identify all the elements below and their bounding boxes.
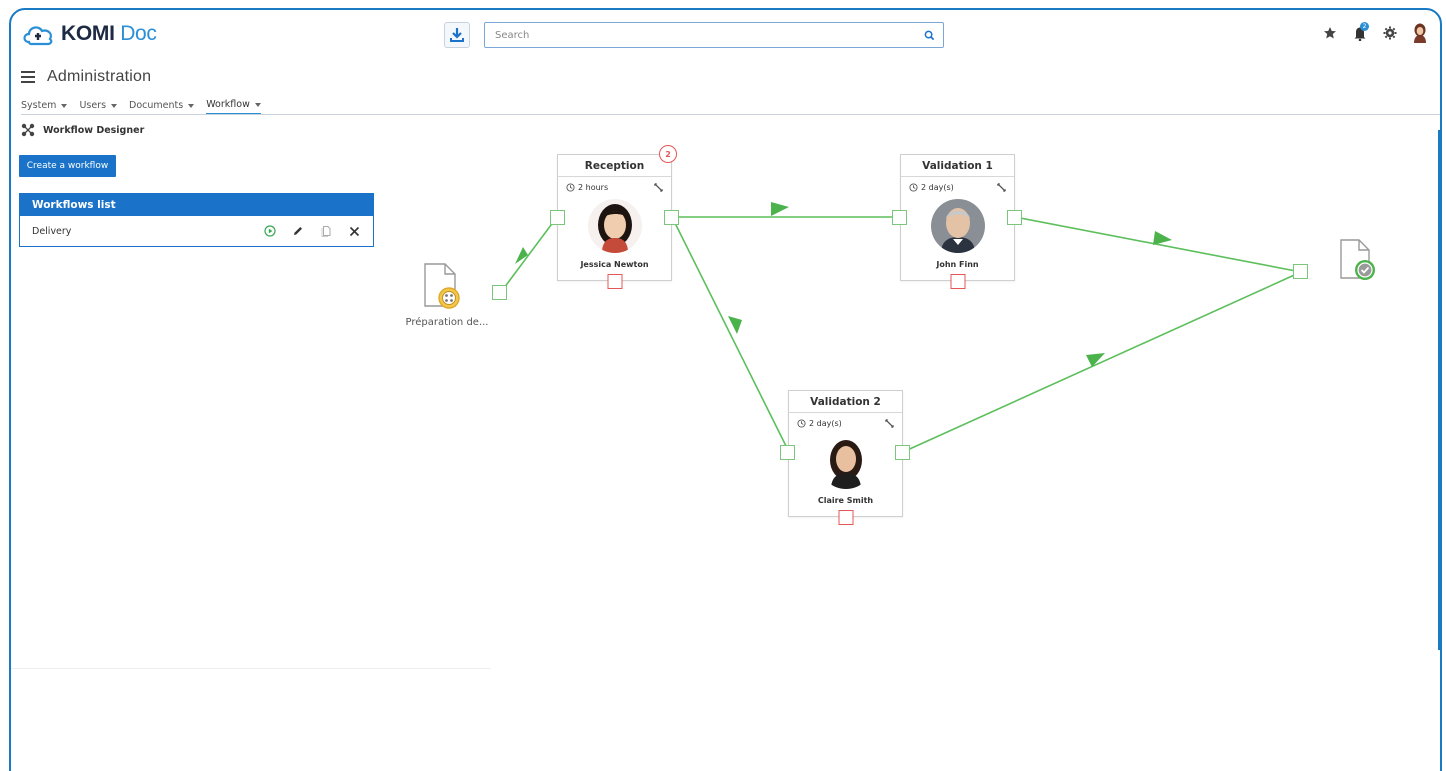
settings-gear-icon[interactable] bbox=[1380, 22, 1400, 44]
komi-doc-logo[interactable]: KOMI Doc bbox=[21, 20, 157, 48]
search-input[interactable] bbox=[485, 29, 915, 41]
validation2-output-port[interactable] bbox=[895, 445, 910, 460]
logo-text: KOMI Doc bbox=[61, 22, 157, 45]
user-avatar-icon[interactable] bbox=[1410, 22, 1430, 44]
workflow-connectors bbox=[500, 202, 1302, 453]
play-icon[interactable] bbox=[263, 224, 277, 238]
assignee-name: Claire Smith bbox=[817, 496, 874, 505]
step-node-reception[interactable]: Reception 2 hours Jessica Newton bbox=[557, 154, 672, 289]
step-node-validation-1[interactable]: Validation 1 2 day(s) John Finn bbox=[900, 154, 1015, 289]
step-duration: 2 hours bbox=[566, 183, 608, 192]
reject-output-port[interactable] bbox=[607, 274, 622, 289]
start-output-port[interactable] bbox=[492, 285, 507, 300]
validation1-output-port[interactable] bbox=[1007, 210, 1022, 225]
expand-arrows-icon[interactable] bbox=[997, 182, 1006, 192]
cloud-logo-icon bbox=[23, 26, 53, 46]
menu-divider bbox=[21, 114, 1440, 115]
caret-down-icon bbox=[254, 102, 261, 107]
reject-output-port[interactable] bbox=[838, 510, 853, 525]
divider bbox=[11, 668, 491, 669]
validation1-input-port[interactable] bbox=[892, 210, 907, 225]
expand-arrows-icon[interactable] bbox=[654, 182, 663, 192]
caret-down-icon bbox=[111, 103, 118, 108]
reception-input-port[interactable] bbox=[550, 210, 565, 225]
search-box bbox=[484, 22, 944, 48]
assignee-avatar bbox=[587, 199, 642, 253]
list-item[interactable]: Delivery bbox=[20, 216, 373, 246]
workflows-list-panel: Workflows list Delivery bbox=[19, 193, 374, 247]
start-node-label: Préparation de... bbox=[405, 317, 489, 328]
star-icon[interactable] bbox=[1320, 22, 1340, 44]
hamburger-menu-icon[interactable] bbox=[21, 71, 35, 83]
caret-down-icon bbox=[61, 103, 68, 108]
assignee-avatar bbox=[818, 435, 873, 489]
workflow-designer-icon bbox=[21, 123, 35, 137]
top-right-toolbar: 2 bbox=[1320, 22, 1430, 44]
page-title: Administration bbox=[47, 68, 152, 85]
edit-pencil-icon[interactable] bbox=[291, 224, 305, 238]
connector-arrow bbox=[515, 247, 528, 264]
assignee-name: John Finn bbox=[936, 260, 979, 269]
menu-documents[interactable]: Documents bbox=[129, 99, 195, 115]
reception-output-port[interactable] bbox=[664, 210, 679, 225]
connector-arrow bbox=[1086, 353, 1105, 367]
end-input-port[interactable] bbox=[1293, 264, 1308, 279]
expand-arrows-icon[interactable] bbox=[885, 418, 894, 428]
step-node-validation-2[interactable]: Validation 2 2 day(s) Claire Smith bbox=[788, 390, 903, 525]
menu-system[interactable]: System bbox=[21, 99, 68, 115]
step-title: Validation 1 bbox=[901, 155, 1014, 177]
connector-arrow bbox=[771, 202, 789, 216]
section-title: Workflow Designer bbox=[21, 123, 144, 137]
download-button[interactable] bbox=[444, 22, 470, 48]
connector-start-reception bbox=[500, 216, 558, 293]
clock-icon bbox=[797, 418, 806, 428]
workflow-canvas: Préparation de... Reception 2 hours Jess… bbox=[11, 10, 1440, 770]
step-title: Validation 2 bbox=[789, 391, 902, 413]
duplicate-icon[interactable] bbox=[319, 224, 333, 238]
step-duration: 2 day(s) bbox=[797, 419, 842, 428]
scrollbar[interactable] bbox=[1438, 130, 1440, 650]
menu-workflow[interactable]: Workflow bbox=[206, 99, 261, 115]
assignee-avatar bbox=[930, 199, 985, 253]
delete-close-icon[interactable] bbox=[347, 224, 361, 238]
connector-validation2-end bbox=[902, 271, 1302, 453]
step-title: Reception bbox=[558, 155, 671, 177]
menu-users[interactable]: Users bbox=[79, 99, 118, 115]
step-duration: 2 day(s) bbox=[909, 183, 954, 192]
end-document-approved-icon[interactable] bbox=[1339, 238, 1379, 286]
connector-arrow bbox=[728, 316, 742, 334]
start-document-icon[interactable] bbox=[421, 262, 461, 312]
workflows-list-header: Workflows list bbox=[20, 194, 373, 216]
pending-count-badge: 2 bbox=[659, 145, 677, 163]
create-workflow-button[interactable]: Create a workflow bbox=[19, 155, 116, 177]
clock-icon bbox=[566, 182, 575, 192]
notification-count-badge: 2 bbox=[1360, 22, 1369, 31]
admin-menu: System Users Documents Workflow bbox=[21, 99, 261, 115]
validation2-input-port[interactable] bbox=[780, 445, 795, 460]
connector-arrow bbox=[1153, 231, 1172, 245]
connector-validation1-end bbox=[1014, 216, 1302, 273]
connector-reception-validation2 bbox=[671, 216, 790, 453]
search-icon[interactable] bbox=[915, 23, 943, 47]
caret-down-icon bbox=[188, 103, 195, 108]
assignee-name: Jessica Newton bbox=[580, 260, 649, 269]
reject-output-port[interactable] bbox=[950, 274, 965, 289]
page-header: Administration bbox=[21, 68, 151, 86]
download-icon bbox=[450, 28, 464, 42]
notifications-bell-icon[interactable]: 2 bbox=[1350, 22, 1370, 44]
app-frame: KOMI Doc 2 Administration bbox=[9, 8, 1442, 771]
clock-icon bbox=[909, 182, 918, 192]
workflow-name: Delivery bbox=[32, 225, 72, 237]
